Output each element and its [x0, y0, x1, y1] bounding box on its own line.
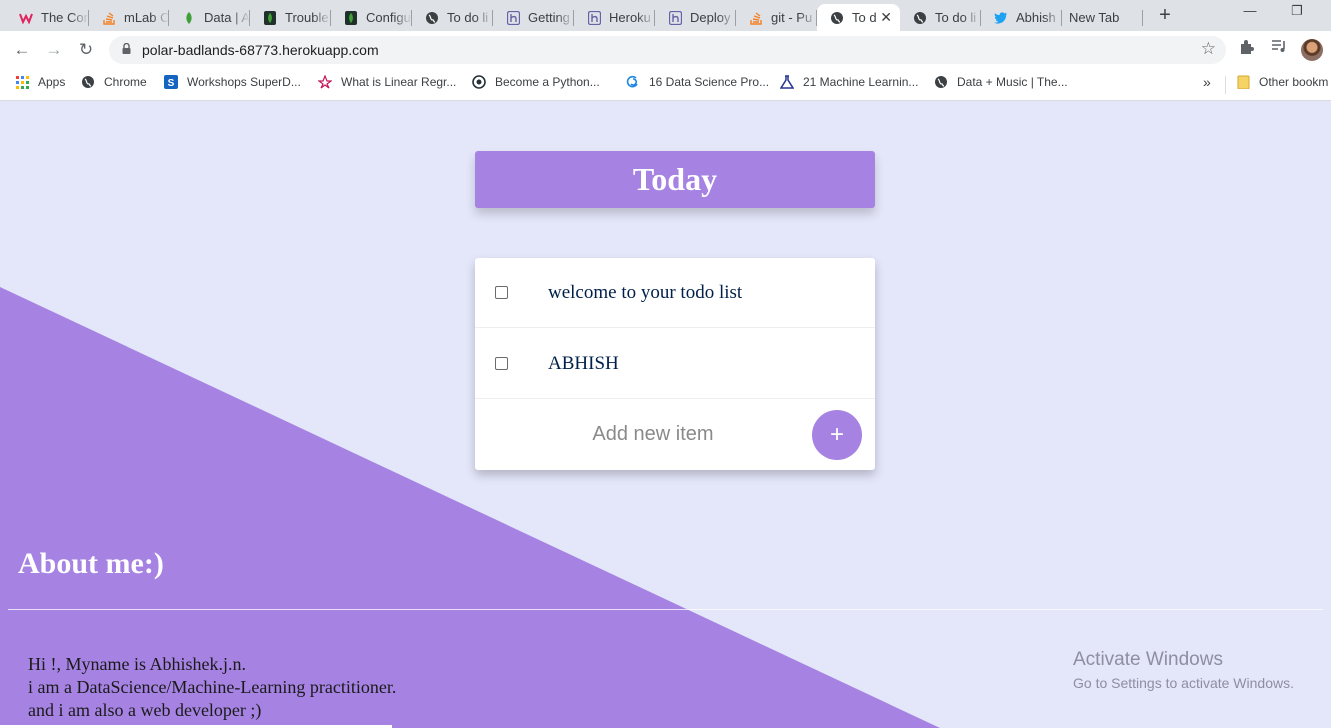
tab-10[interactable]: git - Pu: [736, 4, 817, 31]
profile-avatar[interactable]: [1301, 39, 1323, 61]
bookmark-label: 21 Machine Learnin...: [803, 75, 919, 89]
reload-icon[interactable]: ↻: [73, 37, 99, 63]
tab-strip: The Cor mLab C Data | A Trouble Configu …: [0, 0, 1331, 31]
watermark-title: Activate Windows: [1073, 649, 1223, 670]
browser-toolbar: ← → ↻ polar-badlands-68773.herokuapp.com…: [0, 31, 1331, 68]
tab-8[interactable]: Heroku: [574, 4, 655, 31]
new-tab-button[interactable]: +: [1155, 4, 1175, 26]
forward-arrow-icon[interactable]: →: [41, 37, 67, 63]
bookmark-label: Data + Music | The...: [957, 75, 1068, 89]
bookmarks-bar: Apps Chrome S Workshops SuperD... What i…: [0, 68, 1331, 101]
bookmark-apps[interactable]: Apps: [15, 75, 65, 89]
tab-5[interactable]: Configu: [331, 4, 412, 31]
globe-icon: [425, 11, 439, 25]
bookmark-label: What is Linear Regr...: [341, 75, 457, 89]
apps-grid-icon: [15, 75, 29, 89]
tab-2[interactable]: mLab C: [89, 4, 169, 31]
bookmark-linear-regression[interactable]: What is Linear Regr...: [318, 75, 456, 89]
minimize-icon[interactable]: —: [1227, 3, 1273, 18]
address-bar[interactable]: polar-badlands-68773.herokuapp.com ☆: [109, 36, 1226, 64]
bookmark-label: Chrome: [104, 75, 147, 89]
tab-4[interactable]: Trouble: [250, 4, 331, 31]
w-logo-icon: [19, 11, 33, 25]
bookmark-python[interactable]: Become a Python...: [472, 75, 600, 89]
about-divider: [8, 609, 1323, 610]
tab-14[interactable]: New Tab: [1056, 4, 1143, 31]
globe-icon: [81, 75, 95, 89]
leaf-icon: [263, 10, 277, 25]
stack-icon: [102, 11, 116, 25]
about-line: Hi !, Myname is Abhishek.j.n.: [28, 654, 246, 674]
tab-12[interactable]: To do li: [900, 4, 981, 31]
globe-icon: [913, 11, 927, 25]
bookmark-star-icon[interactable]: ☆: [1201, 39, 1216, 59]
svg-text:S: S: [168, 78, 175, 89]
twitter-icon: [994, 11, 1008, 25]
restore-icon[interactable]: ❐: [1274, 3, 1320, 19]
activate-windows-watermark: Activate Windows Go to Settings to activ…: [1073, 649, 1294, 691]
bookmark-other[interactable]: Other bookm: [1236, 75, 1328, 89]
python-logo-icon: [472, 75, 486, 89]
lock-icon: [122, 43, 131, 54]
bookmark-label: 16 Data Science Pro...: [649, 75, 770, 89]
tab-13[interactable]: Abhish: [981, 4, 1062, 31]
swirl-logo-icon: [626, 75, 640, 89]
stack-icon: [749, 11, 763, 25]
tab-7[interactable]: Getting: [493, 4, 574, 31]
close-tab-icon[interactable]: ✕: [880, 9, 892, 26]
bookmark-data-science[interactable]: 16 Data Science Pro...: [626, 75, 769, 89]
add-item-button[interactable]: +: [812, 410, 862, 460]
page-title: Today: [632, 161, 718, 197]
tab-11-active[interactable]: To d ✕: [817, 4, 900, 31]
page-viewport: Today welcome to your todo list ABHISH +…: [0, 101, 1331, 728]
extensions-puzzle-icon[interactable]: [1237, 39, 1257, 59]
leaf-icon: [182, 11, 196, 25]
star-logo-icon: [318, 75, 332, 89]
about-heading: About me:): [18, 547, 164, 580]
bookmark-label: Other bookm: [1259, 75, 1329, 89]
media-control-icon[interactable]: [1269, 39, 1289, 59]
item-text: welcome to your todo list: [548, 281, 743, 303]
tab-1[interactable]: The Cor: [6, 4, 89, 31]
about-line: and i am also a web developer ;): [28, 700, 262, 720]
heroku-icon: [668, 10, 682, 25]
s-logo-icon: S: [164, 75, 178, 89]
flask-logo-icon: [780, 75, 794, 89]
list-item: welcome to your todo list: [475, 258, 875, 328]
todo-list-card: welcome to your todo list ABHISH +: [475, 258, 875, 470]
more-bookmarks-chevron-icon[interactable]: »: [1203, 74, 1211, 90]
watermark-subtitle: Go to Settings to activate Windows.: [1073, 675, 1294, 691]
new-item-input[interactable]: [515, 412, 791, 456]
bookmark-label: Become a Python...: [495, 75, 600, 89]
tab-title: To d: [852, 10, 877, 25]
add-item-form: +: [475, 400, 875, 470]
back-arrow-icon[interactable]: ←: [9, 37, 35, 63]
item-checkbox[interactable]: [495, 286, 508, 299]
item-checkbox[interactable]: [495, 357, 508, 370]
bookmark-chrome[interactable]: Chrome: [81, 75, 147, 89]
tab-title: New Tab: [1069, 10, 1120, 25]
bookmark-workshops[interactable]: S Workshops SuperD...: [164, 75, 301, 89]
globe-icon: [830, 11, 844, 25]
about-line: i am a DataScience/Machine-Learning prac…: [28, 677, 397, 697]
item-text: ABHISH: [548, 352, 619, 374]
address-url: polar-badlands-68773.herokuapp.com: [142, 42, 379, 58]
bookmark-machine-learning[interactable]: 21 Machine Learnin...: [780, 75, 918, 89]
about-description: Hi !, Myname is Abhishek.j.n. i am a Dat…: [28, 653, 396, 722]
heroku-icon: [506, 10, 520, 25]
bookmark-data-music[interactable]: Data + Music | The...: [934, 75, 1068, 89]
tab-9[interactable]: Deploy: [655, 4, 736, 31]
leaf-icon: [344, 10, 358, 25]
tab-3[interactable]: Data | A: [169, 4, 250, 31]
list-item: ABHISH: [475, 329, 875, 399]
globe-icon: [934, 75, 948, 89]
tab-6[interactable]: To do li: [412, 4, 493, 31]
bookmarks-divider: [1225, 76, 1226, 94]
folder-icon: [1236, 75, 1250, 89]
bookmark-label: Workshops SuperD...: [187, 75, 301, 89]
heroku-icon: [587, 10, 601, 25]
bookmark-label: Apps: [38, 75, 66, 89]
heading-box: Today: [475, 151, 875, 208]
